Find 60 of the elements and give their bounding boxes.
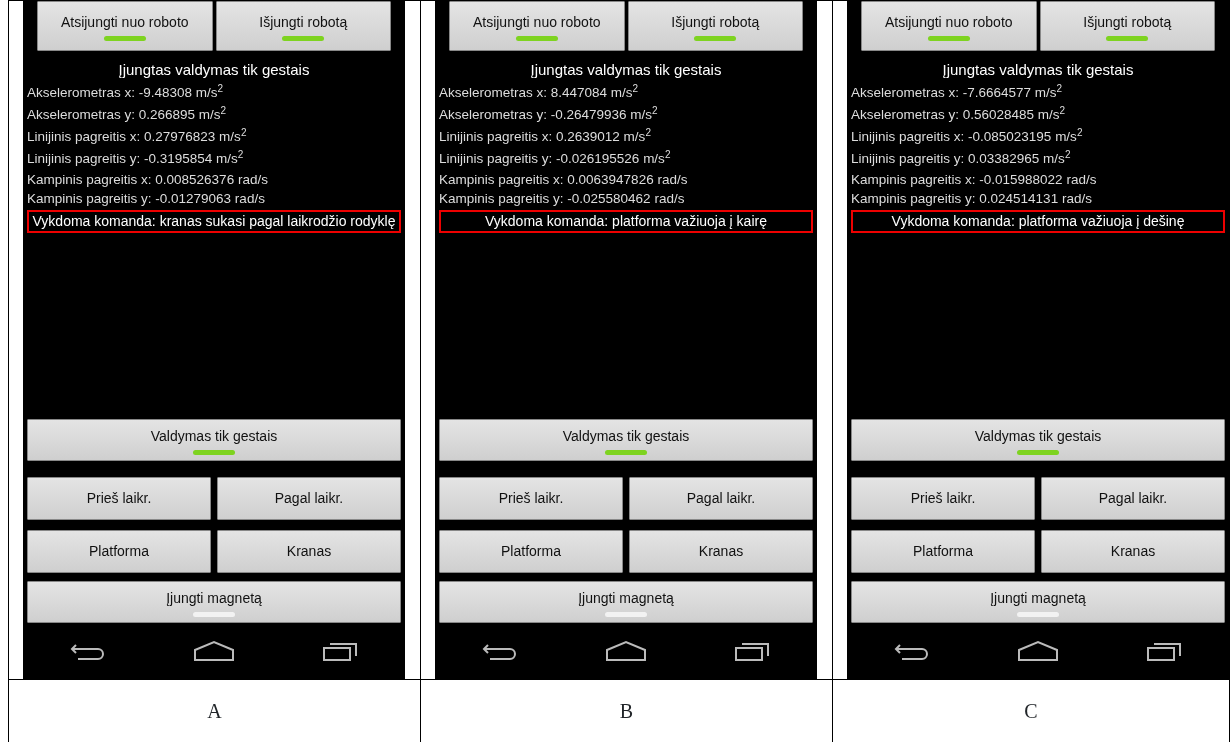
action-button[interactable]: Kranas	[217, 530, 401, 573]
figure-label: C	[1024, 699, 1038, 724]
recents-icon[interactable]	[321, 640, 358, 662]
sensor-reading: Akselerometras x: -7.6664577 m/s$^{2}$	[851, 81, 1063, 102]
figure-label: B	[619, 699, 634, 724]
recents-icon[interactable]	[1145, 640, 1182, 662]
sensor-reading: Akselerometras y: 0.56028485 m/s$^{2}$	[851, 103, 1066, 124]
action-button[interactable]: Platforma	[851, 530, 1035, 573]
status-text: Įjungtas valdymas tik gestais	[529, 60, 723, 80]
recents-icon[interactable]	[733, 640, 770, 662]
sensor-reading: Akselerometras x: 8.447084 m/s$^{2}$	[439, 81, 639, 102]
action-button[interactable]: Kranas	[629, 530, 813, 573]
action-button[interactable]: Pagal laikr.	[629, 477, 813, 520]
status-text: Įjungtas valdymas tik gestais	[941, 60, 1135, 80]
sensor-reading: Akselerometras y: -0.26479936 m/s$^{2}$	[439, 103, 658, 124]
toggle-button[interactable]: Valdymas tik gestais	[27, 419, 401, 461]
sensor-reading: Linijinis pagreitis x: -0.085023195 m/s$^{2}$	[851, 125, 1083, 146]
action-button[interactable]: Pagal laikr.	[217, 477, 401, 520]
toggle-button[interactable]: Valdymas tik gestais	[851, 419, 1225, 461]
toggle-button[interactable]: Įjungti magnetą	[27, 581, 401, 623]
sensor-reading: Akselerometras y: 0.266895 m/s$^{2}$	[27, 103, 227, 124]
sensor-reading: Linijinis pagreitis y: -0.026195526 m/s$^{2}$	[439, 147, 671, 168]
home-icon[interactable]	[605, 640, 647, 662]
action-button[interactable]: Prieš laikr.	[27, 477, 211, 520]
toggle-button[interactable]: Išjungti robotą	[627, 1, 803, 51]
command-text: Vykdoma komanda: platforma važiuoja į kairę	[439, 209, 813, 233]
toggle-button[interactable]: Išjungti robotą	[1039, 1, 1215, 51]
sensor-reading: Akselerometras x: -9.48308 m/s$^{2}$	[27, 81, 224, 102]
command-text: Vykdoma komanda: platforma važiuoja į dešinę	[851, 209, 1225, 233]
action-button[interactable]: Prieš laikr.	[851, 477, 1035, 520]
sensor-reading: Linijinis pagreitis y: -0.3195854 m/s$^{2}$	[27, 147, 244, 168]
action-button[interactable]: Platforma	[439, 530, 623, 573]
sensor-reading: Linijinis pagreitis y: 0.03382965 m/s$^{2}$	[851, 147, 1071, 168]
home-icon[interactable]	[1017, 640, 1059, 662]
status-text: Įjungtas valdymas tik gestais	[117, 60, 311, 80]
action-button[interactable]: Kranas	[1041, 530, 1225, 573]
toggle-button[interactable]: Išjungti robotą	[215, 1, 391, 51]
toggle-button[interactable]: Atsijungti nuo roboto	[37, 1, 213, 51]
sensor-reading: Kampinis pagreitis y: -0.01279063 rad/s	[27, 189, 265, 208]
back-icon[interactable]	[894, 641, 931, 661]
sensor-reading: Kampinis pagreitis x: -0.015988022 rad/s	[851, 170, 1097, 189]
toggle-button[interactable]: Įjungti magnetą	[851, 581, 1225, 623]
action-button[interactable]: Prieš laikr.	[439, 477, 623, 520]
sensor-reading: Kampinis pagreitis x: 0.008526376 rad/s	[27, 170, 268, 189]
sensor-reading: Kampinis pagreitis y: 0.024514131 rad/s	[851, 189, 1092, 208]
command-text: Vykdoma komanda: kranas sukasi pagal laikrodžio rodyklę	[27, 209, 401, 233]
sensor-reading: Kampinis pagreitis y: -0.025580462 rad/s	[439, 189, 685, 208]
figure-label: A	[207, 699, 222, 724]
sensor-reading: Linijinis pagreitis x: 0.2639012 m/s$^{2}$	[439, 125, 651, 146]
action-button[interactable]: Platforma	[27, 530, 211, 573]
action-button[interactable]: Pagal laikr.	[1041, 477, 1225, 520]
toggle-button[interactable]: Įjungti magnetą	[439, 581, 813, 623]
back-icon[interactable]	[70, 641, 107, 661]
sensor-reading: Kampinis pagreitis x: 0.0063947826 rad/s	[439, 170, 688, 189]
toggle-button[interactable]: Valdymas tik gestais	[439, 419, 813, 461]
sensor-reading: Linijinis pagreitis x: 0.27976823 m/s$^{2}$	[27, 125, 247, 146]
home-icon[interactable]	[193, 640, 235, 662]
toggle-button[interactable]: Atsijungti nuo roboto	[449, 1, 625, 51]
back-icon[interactable]	[482, 641, 519, 661]
toggle-button[interactable]: Atsijungti nuo roboto	[861, 1, 1037, 51]
